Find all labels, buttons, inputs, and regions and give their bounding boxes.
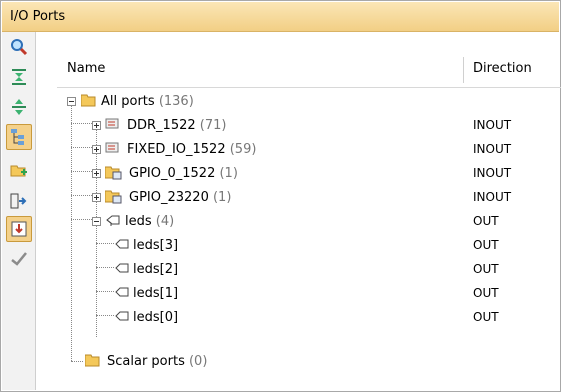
row-direction: INOUT	[473, 190, 512, 204]
folder-icon	[85, 354, 100, 367]
gpio-folder-icon	[105, 190, 122, 204]
tree-row-leds-1[interactable]: leds[1] OUT	[57, 281, 561, 305]
collapse-all-icon	[12, 69, 26, 85]
output-port-icon	[115, 311, 129, 321]
tree-row-gpio-23220[interactable]: GPIO_23220 (1) INOUT	[57, 185, 561, 209]
column-separator[interactable]	[463, 57, 464, 83]
row-label: All ports	[101, 94, 155, 109]
column-name-header[interactable]: Name	[67, 61, 105, 76]
row-label: GPIO_23220	[129, 190, 209, 205]
row-label: DDR_1522	[127, 118, 196, 133]
tree-row-all-ports[interactable]: All ports (136)	[57, 89, 561, 113]
auto-place-button[interactable]	[6, 216, 32, 242]
row-count: (1)	[219, 166, 238, 181]
row-direction: OUT	[473, 286, 499, 300]
expand-toggle[interactable]	[92, 145, 101, 154]
place-port-button[interactable]	[6, 188, 32, 214]
row-label: leds[1]	[133, 286, 179, 301]
side-toolbar	[2, 32, 36, 390]
folder-open-icon	[81, 94, 96, 107]
row-label: leds[2]	[133, 262, 179, 277]
interface-bus-icon	[105, 118, 119, 129]
row-count: (136)	[158, 94, 194, 109]
group-by-interface-icon	[11, 129, 24, 145]
auto-place-icon	[11, 221, 27, 237]
expand-toggle[interactable]	[92, 169, 101, 178]
tree-row-leds-2[interactable]: leds[2] OUT	[57, 257, 561, 281]
panel-title: I/O Ports	[10, 9, 66, 24]
output-port-icon	[115, 239, 129, 249]
row-label: leds[3]	[133, 238, 179, 253]
gpio-folder-icon	[105, 166, 122, 180]
tree-row-leds-0[interactable]: leds[0] OUT	[57, 305, 561, 329]
tree-row-gpio-0[interactable]: GPIO_0_1522 (1) INOUT	[57, 161, 561, 185]
tree-row-leds[interactable]: leds (4) OUT	[57, 209, 561, 233]
port-bus-icon	[106, 215, 120, 226]
row-label: GPIO_0_1522	[129, 166, 216, 181]
expand-toggle[interactable]	[92, 193, 101, 202]
validate-button[interactable]	[6, 246, 32, 272]
collapse-toggle[interactable]	[67, 97, 76, 106]
row-count: (1)	[212, 190, 232, 205]
collapse-toggle[interactable]	[92, 217, 101, 226]
row-label: FIXED_IO_1522	[127, 142, 226, 157]
row-direction: INOUT	[473, 118, 512, 132]
tree-row-fixed-io[interactable]: FIXED_IO_1522 (59) INOUT	[57, 137, 561, 161]
row-label: leds	[125, 214, 152, 229]
interface-bus-icon	[105, 142, 119, 153]
tree-row-ddr[interactable]: DDR_1522 (71) INOUT	[57, 113, 561, 137]
row-label: leds[0]	[133, 310, 179, 325]
collapse-all-button[interactable]	[6, 64, 32, 90]
create-port-button[interactable]	[6, 158, 32, 184]
io-ports-panel: I/O Ports Name Direction All ports (136)…	[0, 0, 561, 392]
row-direction: OUT	[473, 262, 499, 276]
expand-all-icon	[12, 99, 26, 115]
expand-toggle[interactable]	[92, 121, 101, 130]
column-direction-header[interactable]: Direction	[473, 61, 532, 76]
group-by-interface-button[interactable]	[6, 124, 32, 150]
checkmark-icon	[11, 252, 27, 266]
row-count: (59)	[229, 142, 257, 157]
row-label: Scalar ports	[107, 354, 185, 369]
column-header: Name Direction	[57, 53, 561, 88]
row-direction: OUT	[473, 310, 499, 324]
row-direction: INOUT	[473, 166, 512, 180]
output-port-icon	[115, 263, 129, 273]
row-count: (0)	[188, 354, 208, 369]
row-direction: OUT	[473, 238, 499, 252]
panel-title-bar: I/O Ports	[2, 2, 559, 32]
search-button[interactable]	[6, 34, 32, 60]
output-port-icon	[115, 287, 129, 297]
tree-row-scalar-ports[interactable]: Scalar ports (0)	[57, 349, 561, 373]
row-direction: INOUT	[473, 142, 512, 156]
row-count: (71)	[199, 118, 227, 133]
place-port-icon	[10, 193, 27, 209]
row-count: (4)	[155, 214, 175, 229]
create-port-icon	[10, 165, 27, 177]
row-direction: OUT	[473, 214, 499, 228]
expand-all-button[interactable]	[6, 94, 32, 120]
search-icon	[11, 39, 28, 56]
tree-row-leds-3[interactable]: leds[3] OUT	[57, 233, 561, 257]
